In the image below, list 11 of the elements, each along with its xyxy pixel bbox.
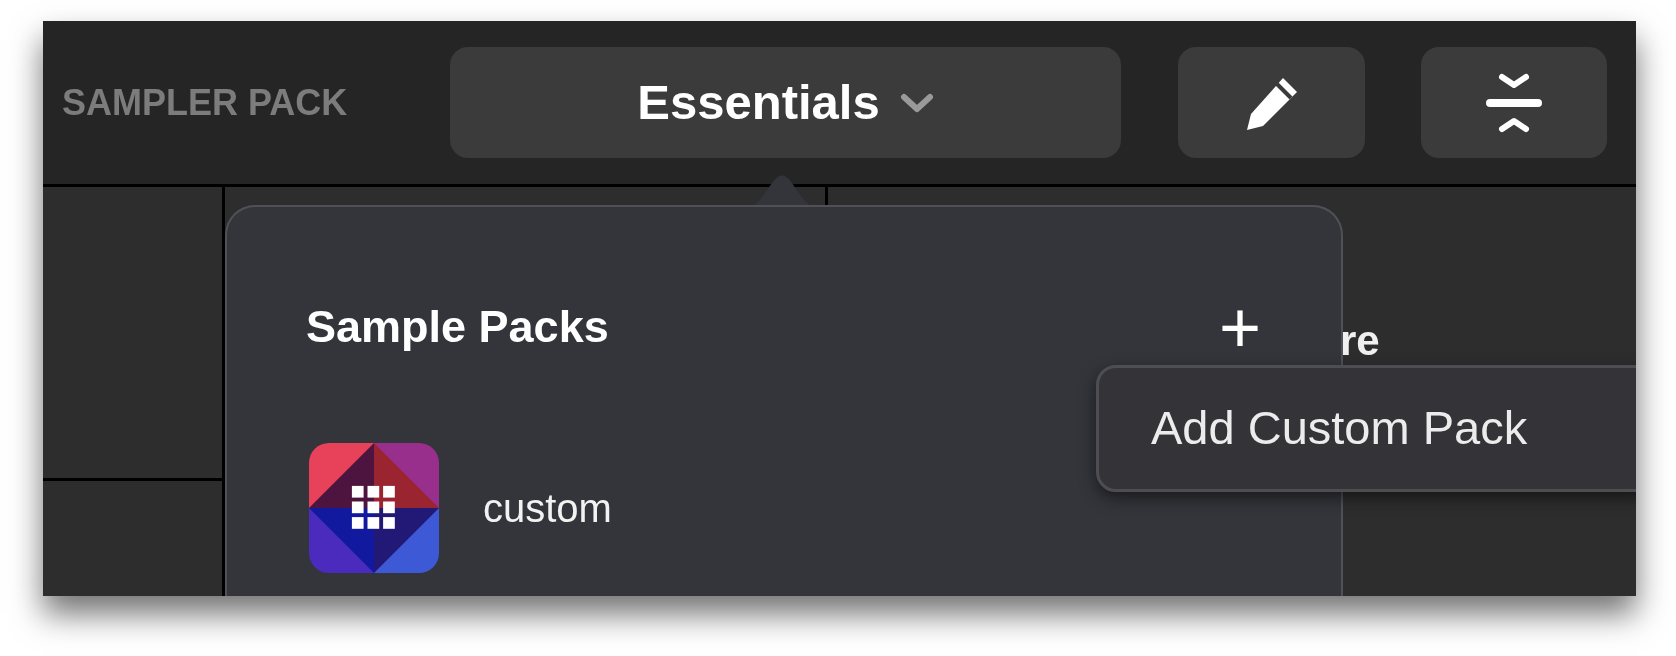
collapse-icon (1486, 72, 1542, 133)
popover-title: Sample Packs (306, 300, 609, 355)
pack-dropdown[interactable]: Essentials (450, 47, 1121, 158)
toolbar-label: SAMPLER PACK (62, 80, 349, 125)
pack-icon (309, 443, 439, 573)
tooltip-text: Add Custom Pack (1151, 400, 1528, 457)
chevron-down-icon (899, 91, 934, 114)
add-pack-button[interactable]: + (1218, 291, 1261, 363)
edit-button[interactable] (1178, 47, 1365, 158)
background-heading: re (1340, 317, 1380, 364)
collapse-button[interactable] (1421, 47, 1607, 158)
